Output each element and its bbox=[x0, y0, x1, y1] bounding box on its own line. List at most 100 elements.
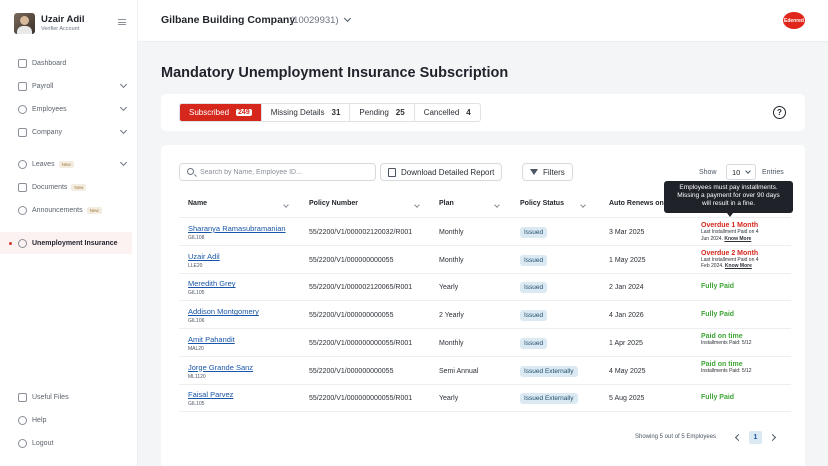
renewal-status-detail: Installments Paid: 5/12 bbox=[701, 367, 752, 374]
new-badge: New bbox=[58, 160, 74, 168]
filters-button[interactable]: Filters bbox=[522, 163, 573, 181]
entries-value: 10 bbox=[732, 168, 741, 177]
filter-icon bbox=[530, 169, 538, 175]
tab-count: 249 bbox=[236, 109, 252, 116]
table-row: Uzair Adil LLE20 55/2200/V1/000000000055 Mo… bbox=[179, 247, 791, 274]
sidebar-item-dashboard[interactable]: Dashboard bbox=[18, 56, 130, 70]
sidebar-item-announcements[interactable]: Announcements New bbox=[18, 203, 130, 217]
chevron-down-icon bbox=[119, 126, 128, 135]
column-header-plan[interactable]: Plan bbox=[439, 200, 454, 207]
employee-name-link[interactable]: Amit Pahandit bbox=[188, 335, 235, 344]
building-icon bbox=[18, 127, 27, 137]
grid-icon bbox=[18, 58, 27, 68]
wallet-icon bbox=[18, 81, 27, 91]
sort-chevron-icon[interactable] bbox=[580, 202, 586, 208]
column-header-policy-status[interactable]: Policy Status bbox=[520, 200, 564, 207]
sidebar-item-documents[interactable]: Documents New bbox=[18, 180, 130, 194]
sort-chevron-icon[interactable] bbox=[494, 202, 500, 208]
search-input[interactable] bbox=[200, 166, 370, 178]
column-header-auto-renews[interactable]: Auto Renews on bbox=[609, 200, 664, 207]
column-header-name[interactable]: Name bbox=[188, 200, 207, 207]
tab-missing-details[interactable]: Missing Details 31 bbox=[262, 104, 351, 121]
employee-name-link[interactable]: Jorge Grande Sanz bbox=[188, 363, 253, 372]
renew-date: 1 May 2025 bbox=[609, 256, 646, 264]
column-header-policy-number[interactable]: Policy Number bbox=[309, 200, 358, 207]
plan: 2 Yearly bbox=[439, 312, 464, 320]
employee-name-link[interactable]: Sharanya Ramasubramanian bbox=[188, 224, 286, 233]
company-id[interactable]: (10029931) bbox=[290, 15, 339, 26]
company-name[interactable]: Gilbane Building Company bbox=[161, 14, 295, 26]
page-title: Mandatory Unemployment Insurance Subscri… bbox=[161, 65, 509, 81]
tab-cancelled[interactable]: Cancelled 4 bbox=[415, 104, 480, 121]
policy-number: 55/2200/V1/000000000055/R001 bbox=[309, 339, 413, 347]
sidebar-item-employees[interactable]: Employees bbox=[18, 102, 130, 116]
sidebar-item-label: Dashboard bbox=[32, 59, 67, 67]
download-report-button[interactable]: Download Detailed Report bbox=[380, 163, 503, 181]
renewal-status: Paid on time Installments Paid: 5/12 bbox=[701, 361, 752, 375]
brand-logo: Edenred bbox=[783, 12, 805, 29]
sidebar-item-label: Company bbox=[32, 128, 62, 136]
employee-name-link[interactable]: Addison Montgomery bbox=[188, 307, 259, 316]
megaphone-icon bbox=[18, 205, 27, 215]
top-bar: Gilbane Building Company (10029931) Eden… bbox=[138, 0, 828, 42]
sidebar-item-leaves[interactable]: Leaves New bbox=[18, 157, 130, 171]
sidebar-item-useful-files[interactable]: Useful Files bbox=[18, 390, 130, 404]
policy-number: 55/2200/V1/000000000055/R001 bbox=[309, 395, 413, 403]
chevron-left-icon[interactable] bbox=[734, 433, 743, 442]
tab-subscribed[interactable]: Subscribed 249 bbox=[180, 104, 262, 121]
file-icon bbox=[18, 392, 27, 402]
renewal-status-title: Fully Paid bbox=[701, 394, 735, 402]
know-more-link[interactable]: Know More bbox=[725, 263, 752, 269]
logout-icon bbox=[18, 438, 27, 448]
menu-toggle-icon[interactable] bbox=[118, 19, 126, 25]
avatar bbox=[14, 13, 35, 34]
tab-count: 31 bbox=[331, 108, 341, 117]
sidebar-item-label: Leaves bbox=[32, 160, 55, 168]
sort-chevron-icon[interactable] bbox=[283, 202, 289, 208]
renewal-status-detail: Installments Paid: 5/12 bbox=[701, 339, 752, 346]
employee-code: ML1120 bbox=[188, 373, 206, 380]
folder-icon bbox=[18, 182, 27, 192]
plan: Monthly bbox=[439, 256, 464, 264]
tab-count: 4 bbox=[466, 108, 471, 117]
sort-chevron-icon[interactable] bbox=[414, 202, 420, 208]
employee-name-link[interactable]: Meredith Grey bbox=[188, 279, 236, 288]
entries-label: Entries bbox=[762, 169, 784, 176]
sidebar-item-label: Help bbox=[32, 416, 47, 424]
status-badge: Issued Externally bbox=[520, 365, 578, 377]
know-more-link[interactable]: Know More bbox=[724, 236, 751, 242]
sidebar-item-company[interactable]: Company bbox=[18, 125, 130, 139]
status-badge: Issued bbox=[520, 254, 548, 266]
status-tabs: Subscribed 249 Missing Details 31 Pendin… bbox=[179, 103, 481, 122]
sidebar-item-payroll[interactable]: Payroll bbox=[18, 79, 130, 93]
search-box[interactable] bbox=[179, 163, 376, 181]
policy-number: 55/2200/V1/000000000055 bbox=[309, 256, 394, 264]
page-number-button[interactable]: 1 bbox=[749, 431, 762, 444]
help-circle-icon[interactable]: ? bbox=[773, 106, 786, 119]
sidebar-item-logout[interactable]: Logout bbox=[18, 436, 130, 450]
tab-pending[interactable]: Pending 25 bbox=[350, 104, 415, 121]
chevron-right-icon[interactable] bbox=[768, 433, 777, 442]
employee-name-link[interactable]: Faisal Parvez bbox=[188, 390, 233, 399]
employee-name-link[interactable]: Uzair Adil bbox=[188, 252, 220, 261]
pagination-summary: Showing 5 out of 5 Employees bbox=[635, 434, 717, 440]
chevron-down-icon[interactable] bbox=[343, 14, 352, 23]
status-badge: Issued bbox=[520, 282, 548, 294]
sidebar-item-unemployment-insurance[interactable]: Unemployment Insurance bbox=[18, 236, 130, 250]
renewal-status-title: Paid on time bbox=[701, 360, 743, 368]
table-row: Addison Montgomery GIL106 55/2200/V1/00000… bbox=[179, 302, 791, 330]
chevron-down-icon bbox=[119, 80, 128, 89]
filters-label: Filters bbox=[543, 167, 565, 177]
entries-select[interactable]: 10 bbox=[726, 164, 756, 180]
sidebar-item-help[interactable]: Help bbox=[18, 413, 130, 427]
renewal-status-title: Fully Paid bbox=[701, 311, 735, 319]
sidebar: Uzair Adil Verifier Account Dashboard Pa… bbox=[0, 0, 138, 466]
renewal-status-title: Overdue 2 Month bbox=[701, 249, 759, 257]
table-header-divider bbox=[179, 217, 791, 218]
profile[interactable]: Uzair Adil Verifier Account bbox=[14, 13, 132, 35]
profile-role: Verifier Account bbox=[41, 26, 80, 32]
renew-date: 5 Aug 2025 bbox=[609, 395, 645, 403]
sidebar-item-label: Unemployment Insurance bbox=[32, 239, 118, 247]
tooltip-line: Employees must pay installments. bbox=[679, 184, 778, 191]
employee-code: GIL105 bbox=[188, 290, 205, 297]
